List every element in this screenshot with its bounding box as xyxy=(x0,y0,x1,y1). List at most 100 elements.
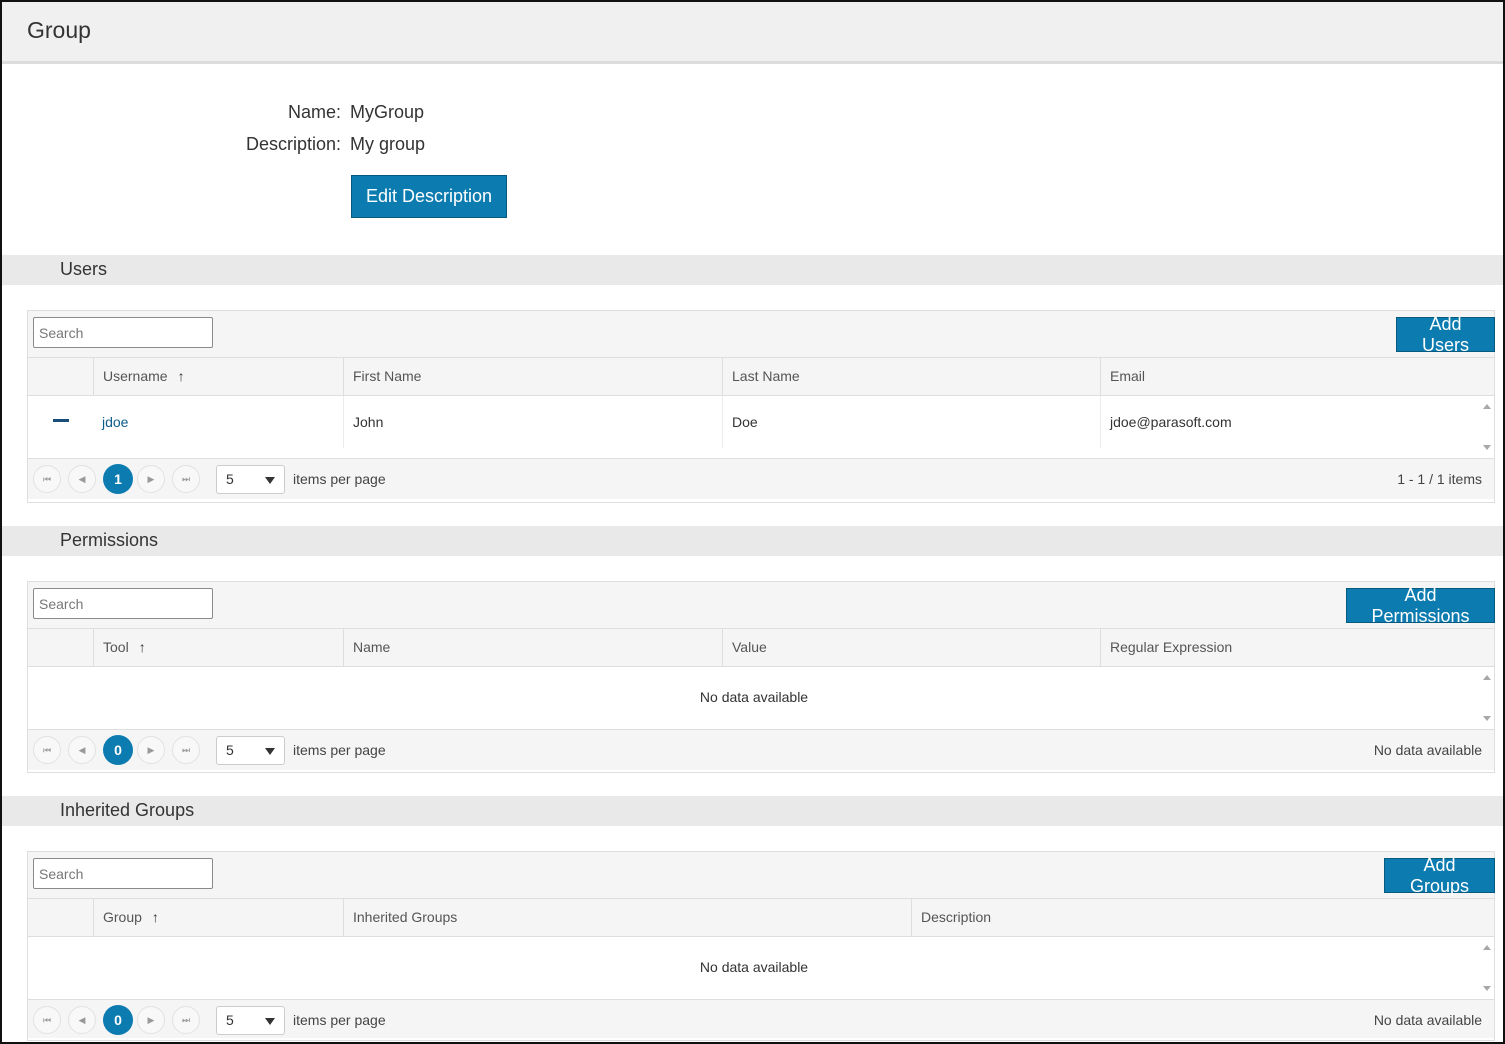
column-header-tool[interactable]: Tool ↑ xyxy=(93,629,343,666)
last-page-icon[interactable]: ⏭ xyxy=(172,1006,200,1034)
name-row: Name: MyGroup xyxy=(2,102,1503,130)
inherited-groups-grid: Add Groups Group ↑ Inherited Groups Descr… xyxy=(27,851,1495,1041)
column-header-label: Description xyxy=(921,909,992,925)
column-header-first-name[interactable]: First Name xyxy=(343,358,722,395)
last-page-icon[interactable]: ⏭ xyxy=(172,465,200,493)
inherited-groups-pager: ⏮ ◀ 0 ▶ ⏭ 5 items per page No data avail… xyxy=(28,1000,1494,1038)
users-pager: ⏮ ◀ 1 ▶ ⏭ 5 items per page 1 - 1 / 1 ite… xyxy=(28,459,1494,499)
users-header-row: Username ↑ First Name Last Name Email xyxy=(28,358,1494,396)
permissions-pager: ⏮ ◀ 0 ▶ ⏭ 5 items per page No data avail… xyxy=(28,730,1494,770)
add-users-button[interactable]: Add Users xyxy=(1396,314,1495,355)
name-label: Name: xyxy=(287,102,341,122)
vertical-scrollbar[interactable] xyxy=(1480,937,1494,999)
cell-first-name: John xyxy=(343,396,722,448)
users-section-title: Users xyxy=(60,259,108,279)
column-header-regular-expression[interactable]: Regular Expression xyxy=(1100,629,1480,666)
items-per-page-label: items per page xyxy=(293,742,386,758)
users-search-input[interactable] xyxy=(33,317,213,348)
column-header-name[interactable]: Name xyxy=(343,629,722,666)
permissions-table-body: No data available xyxy=(28,667,1494,730)
scroll-down-icon[interactable] xyxy=(1483,986,1491,991)
table-row: jdoe John Doe jdoe@parasoft.com xyxy=(28,396,1480,448)
empty-message: No data available xyxy=(699,959,809,975)
remove-user-icon[interactable] xyxy=(53,419,69,422)
column-header-label: Last Name xyxy=(732,368,800,384)
chevron-down-icon xyxy=(265,1018,275,1025)
pager-info: No data available xyxy=(1373,742,1482,758)
column-header-value[interactable]: Value xyxy=(722,629,1100,666)
description-label: Description: xyxy=(245,134,341,154)
next-page-icon[interactable]: ▶ xyxy=(137,736,165,764)
items-per-page-label: items per page xyxy=(293,1012,386,1028)
page-title: Group xyxy=(27,17,91,43)
page-size-value: 5 xyxy=(226,471,234,487)
previous-page-icon[interactable]: ◀ xyxy=(68,736,96,764)
page-size-select[interactable]: 5 xyxy=(216,736,285,765)
scroll-up-icon[interactable] xyxy=(1483,945,1491,950)
previous-page-icon[interactable]: ◀ xyxy=(68,1006,96,1034)
pager-info: 1 - 1 / 1 items xyxy=(1397,471,1482,487)
next-page-icon[interactable]: ▶ xyxy=(137,465,165,493)
previous-page-icon[interactable]: ◀ xyxy=(68,465,96,493)
scroll-up-icon[interactable] xyxy=(1483,404,1491,409)
edit-description-button[interactable]: Edit Description xyxy=(351,175,507,218)
current-page-button[interactable]: 0 xyxy=(103,735,133,765)
page-size-value: 5 xyxy=(226,1012,234,1028)
pager-info: No data available xyxy=(1373,1012,1482,1028)
column-header-label: Group xyxy=(103,909,142,925)
users-section-header: Users xyxy=(2,255,1503,285)
chevron-down-icon xyxy=(265,748,275,755)
column-header-inherited-groups[interactable]: Inherited Groups xyxy=(343,899,911,936)
next-page-icon[interactable]: ▶ xyxy=(137,1006,165,1034)
first-page-icon[interactable]: ⏮ xyxy=(33,736,61,764)
sort-ascending-icon: ↑ xyxy=(151,909,159,925)
cell-username[interactable]: jdoe xyxy=(93,396,343,448)
column-header-label: Name xyxy=(353,639,391,655)
page-size-select[interactable]: 5 xyxy=(216,1006,285,1035)
column-header-label: Username xyxy=(103,368,168,384)
column-header-label: Regular Expression xyxy=(1110,639,1233,655)
add-groups-button[interactable]: Add Groups xyxy=(1384,855,1495,896)
permissions-section-header: Permissions xyxy=(2,526,1503,556)
permissions-section-title: Permissions xyxy=(60,530,159,550)
vertical-scrollbar[interactable] xyxy=(1480,396,1494,458)
first-page-icon[interactable]: ⏮ xyxy=(33,465,61,493)
title-bar: Group xyxy=(2,2,1503,64)
users-grid: Add Users Username ↑ First Name Last Name… xyxy=(27,310,1495,503)
vertical-scrollbar[interactable] xyxy=(1480,667,1494,729)
sort-ascending-icon: ↑ xyxy=(177,368,185,384)
page-size-value: 5 xyxy=(226,742,234,758)
current-page-button[interactable]: 1 xyxy=(103,464,133,494)
permissions-toolbar: Add Permissions xyxy=(28,582,1495,629)
users-toolbar: Add Users xyxy=(28,311,1495,358)
current-page-button[interactable]: 0 xyxy=(103,1005,133,1035)
first-page-icon[interactable]: ⏮ xyxy=(33,1006,61,1034)
inherited-groups-section-header: Inherited Groups xyxy=(2,796,1503,826)
column-header-last-name[interactable]: Last Name xyxy=(722,358,1100,395)
column-header-username[interactable]: Username ↑ xyxy=(93,358,343,395)
column-header-label: Value xyxy=(732,639,767,655)
chevron-down-icon xyxy=(265,477,275,484)
column-header-label: Email xyxy=(1110,368,1146,384)
cell-email: jdoe@parasoft.com xyxy=(1100,396,1480,448)
users-table-body: jdoe John Doe jdoe@parasoft.com xyxy=(28,396,1494,459)
permissions-grid: Add Permissions Tool ↑ Name Value Regular… xyxy=(27,581,1495,773)
inherited-groups-table-body: No data available xyxy=(28,937,1494,1000)
column-header-label: First Name xyxy=(353,368,422,384)
column-header-group[interactable]: Group ↑ xyxy=(93,899,343,936)
add-permissions-button[interactable]: Add Permissions xyxy=(1346,585,1495,626)
items-per-page-label: items per page xyxy=(293,471,386,487)
scroll-down-icon[interactable] xyxy=(1483,716,1491,721)
permissions-search-input[interactable] xyxy=(33,588,213,619)
scroll-up-icon[interactable] xyxy=(1483,675,1491,680)
username-link[interactable]: jdoe xyxy=(102,414,128,430)
inherited-groups-header-row: Group ↑ Inherited Groups Description xyxy=(28,899,1494,937)
page-size-select[interactable]: 5 xyxy=(216,465,285,494)
inherited-groups-search-input[interactable] xyxy=(33,858,213,889)
column-header-label: Tool xyxy=(103,639,129,655)
scroll-down-icon[interactable] xyxy=(1483,445,1491,450)
inherited-groups-toolbar: Add Groups xyxy=(28,852,1495,899)
column-header-description[interactable]: Description xyxy=(911,899,1480,936)
last-page-icon[interactable]: ⏭ xyxy=(172,736,200,764)
column-header-email[interactable]: Email xyxy=(1100,358,1480,395)
